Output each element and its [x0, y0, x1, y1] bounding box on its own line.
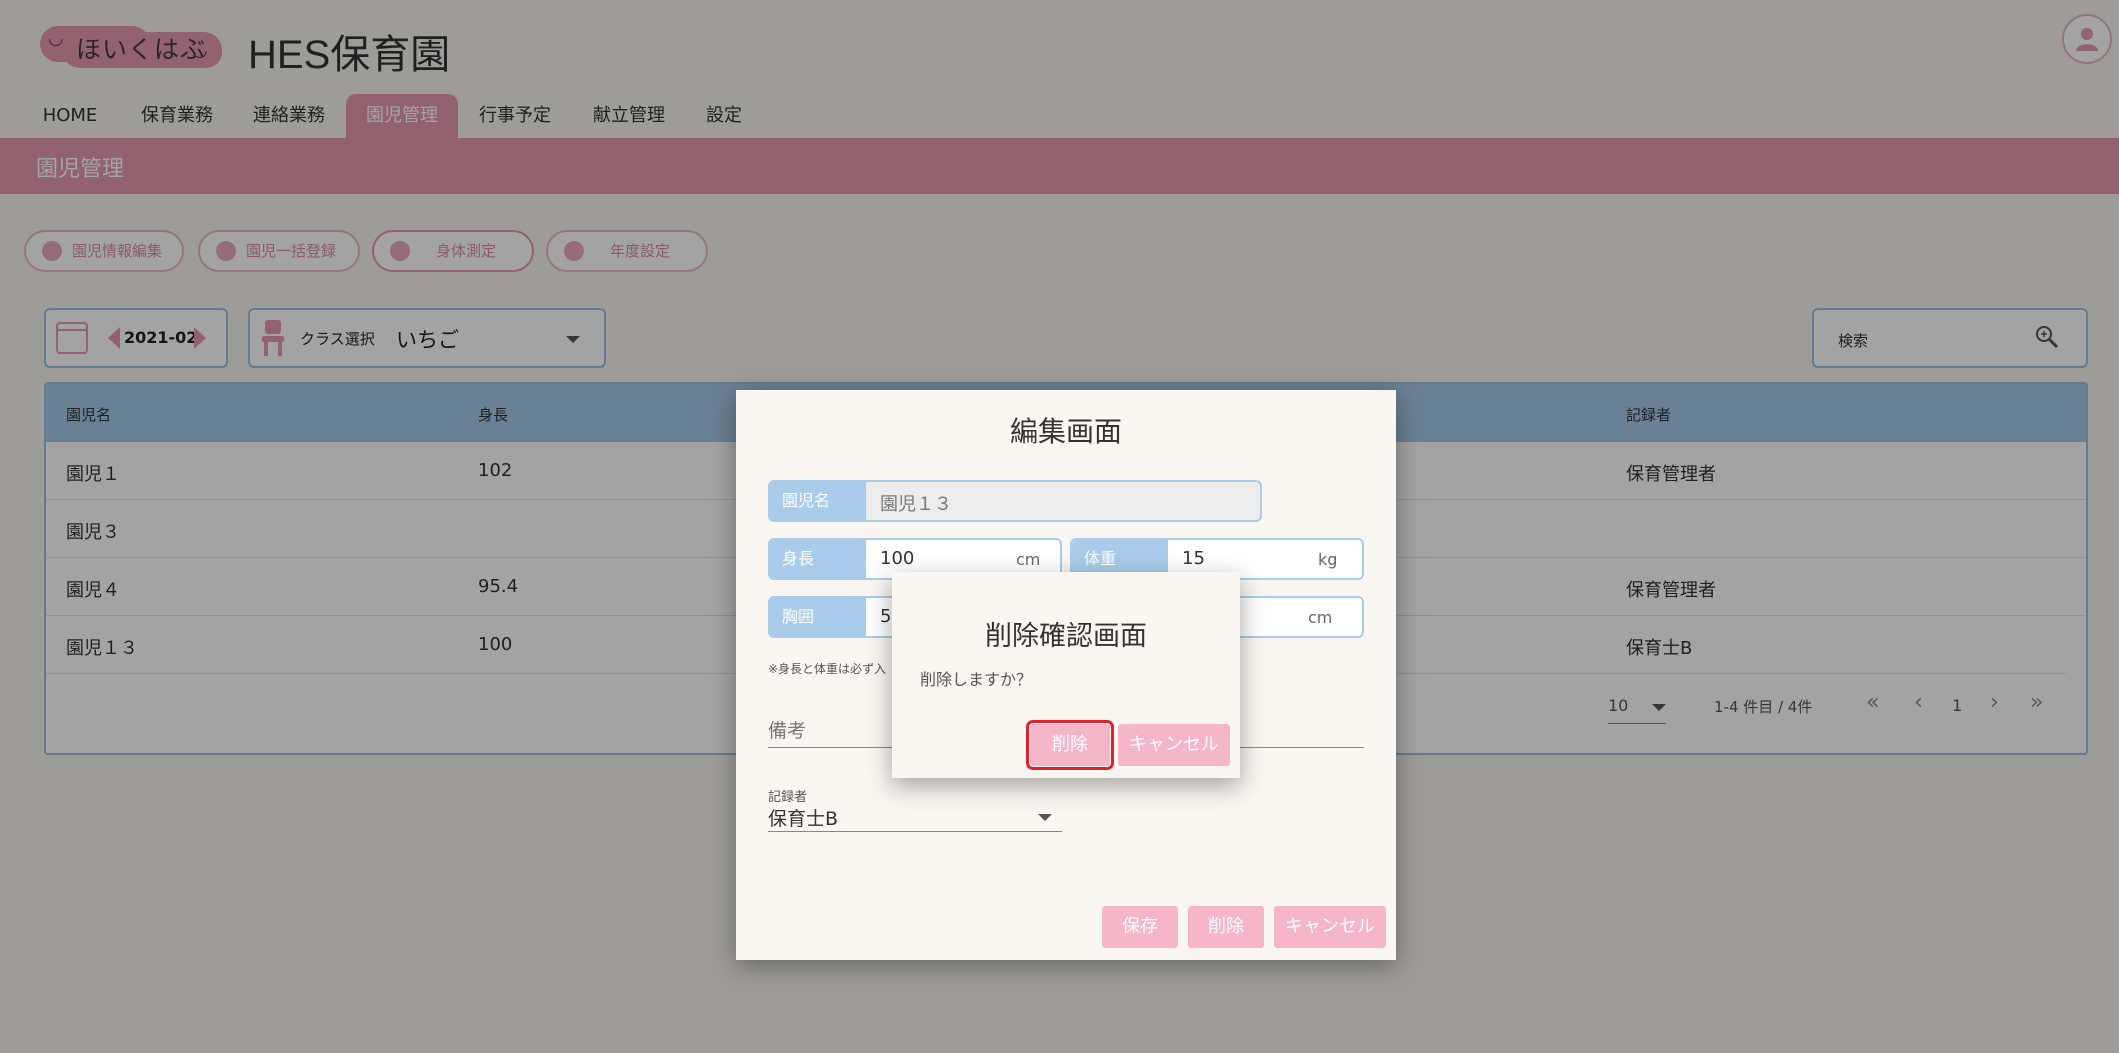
recorder-value: 保育士B — [768, 808, 839, 830]
chest-input[interactable]: 5 — [880, 606, 891, 627]
delete-button[interactable]: 削除 — [1188, 906, 1264, 948]
edit-dialog-title: 編集画面 — [1009, 415, 1122, 448]
field-label: 胸囲 — [770, 598, 866, 636]
delete-confirm-dialog: 削除確認画面 削除しますか？ 削除 キャンセル — [892, 572, 1240, 778]
confirm-cancel-button[interactable]: キャンセル — [1118, 724, 1230, 766]
field-label: 身長 — [770, 540, 866, 578]
remarks-label: 備考 — [768, 720, 807, 742]
cancel-button[interactable]: キャンセル — [1274, 906, 1386, 948]
weight-input[interactable]: 15 — [1182, 548, 1205, 569]
field-label: 園児名 — [770, 482, 866, 520]
confirm-dialog-title: 削除確認画面 — [985, 621, 1147, 652]
recorder-select[interactable]: 保育士B — [768, 802, 1062, 832]
height-input[interactable]: 100 — [880, 548, 914, 569]
chevron-down-icon — [1038, 814, 1052, 821]
weight-unit: kg — [1318, 550, 1338, 569]
save-button[interactable]: 保存 — [1102, 906, 1178, 948]
required-note: ※身長と体重は必ず入 — [768, 662, 887, 676]
confirm-delete-button[interactable]: 削除 — [1026, 720, 1114, 770]
chest-unit: cm — [1308, 608, 1333, 627]
child-name-value: 園児１３ — [880, 494, 952, 515]
child-name-field: 園児名 園児１３ — [768, 480, 1262, 522]
height-unit: cm — [1016, 550, 1041, 569]
confirm-message: 削除しますか？ — [920, 670, 1033, 689]
